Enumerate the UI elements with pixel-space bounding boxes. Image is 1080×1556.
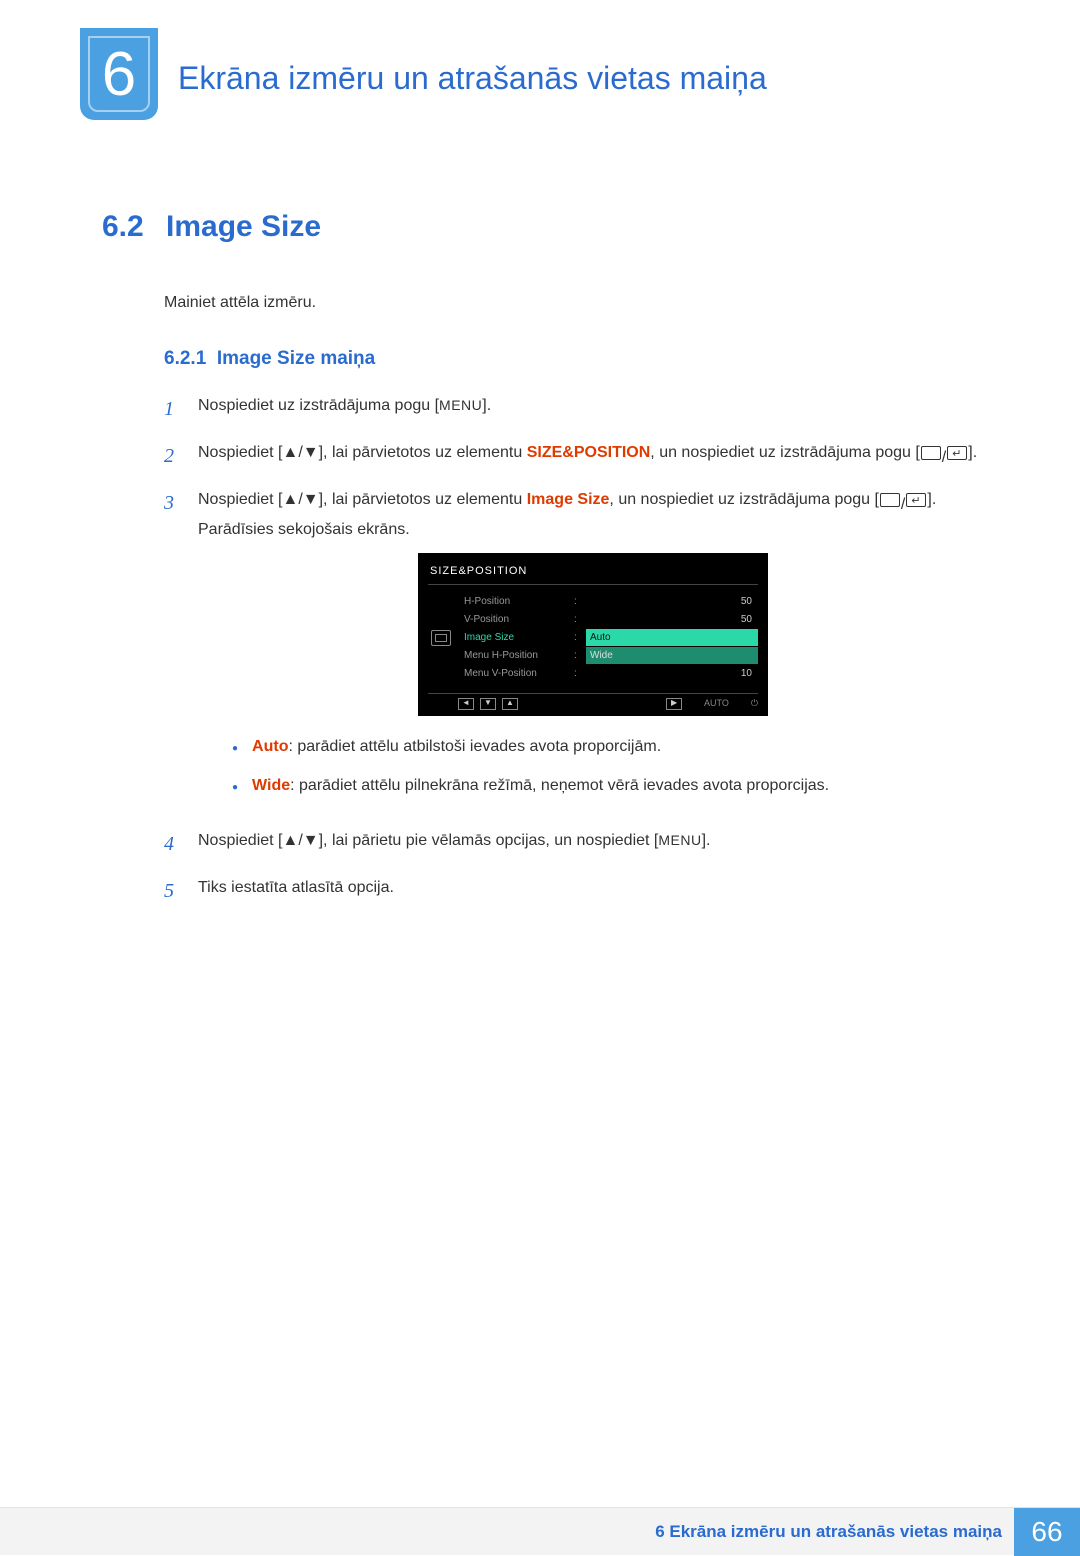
menu-label: MENU xyxy=(439,397,482,413)
step-1: 1 Nospiediet uz izstrādājuma pogu [MENU]… xyxy=(164,394,1000,425)
chapter-header: 6 Ekrāna izmēru un atrašanās vietas maiņ… xyxy=(80,28,1000,120)
osd-value: 10 xyxy=(586,666,758,682)
step-body: Nospiediet [▲/▼], lai pārietu pie vēlamā… xyxy=(198,829,1000,860)
osd-value: 50 xyxy=(586,594,758,610)
bullet-list: ● Auto: parādiet attēlu atbilstoši ievad… xyxy=(232,734,1000,799)
bullet-desc: : parādiet attēlu pilnekrāna režīmā, neņ… xyxy=(290,777,829,794)
subsection-heading: 6.2.1 Image Size maiņa xyxy=(164,348,1000,370)
source-enter-icon: / xyxy=(920,446,968,471)
step-text: Nospiediet uz izstrādājuma pogu [ xyxy=(198,397,439,414)
osd-category-icon xyxy=(428,593,454,683)
osd-option: Wide xyxy=(586,647,758,665)
source-enter-icon: / xyxy=(879,493,927,518)
bullet-desc: : parādiet attēlu atbilstoši ievades avo… xyxy=(288,738,661,755)
section-number: 6.2 xyxy=(102,210,166,244)
step-body: Nospiediet [▲/▼], lai pārvietotos uz ele… xyxy=(198,441,1000,472)
step-4: 4 Nospiediet [▲/▼], lai pārietu pie vēla… xyxy=(164,829,1000,860)
osd-value: 50 xyxy=(586,612,758,628)
step-text: Nospiediet [▲/▼], lai pārvietotos uz ele… xyxy=(198,491,527,508)
osd-play-icon: ▶ xyxy=(666,698,682,710)
osd-back-icon: ◄ xyxy=(458,698,474,710)
osd-up-icon: ▲ xyxy=(502,698,518,710)
osd-row: Menu H-Position : Wide xyxy=(464,647,758,665)
osd-row-active: Image Size : Auto xyxy=(464,629,758,647)
step-body: Nospiediet uz izstrādājuma pogu [MENU]. xyxy=(198,394,1000,425)
osd-label: Menu H-Position xyxy=(464,648,574,664)
section-intro: Mainiet attēla izmēru. xyxy=(164,294,1000,312)
osd-value: Auto xyxy=(586,629,758,647)
step-text: , un nospiediet uz izstrādājuma pogu [ xyxy=(609,491,879,508)
section-heading: 6.2Image Size xyxy=(102,210,1000,244)
bullet-dot-icon: ● xyxy=(232,741,238,760)
step-text: ]. xyxy=(968,444,977,461)
step-number: 3 xyxy=(164,488,182,813)
osd-option-selected: Auto xyxy=(586,629,758,647)
subsection-title: Image Size maiņa xyxy=(217,348,375,369)
step-5: 5 Tiks iestatīta atlasītā opcija. xyxy=(164,876,1000,907)
osd-row: H-Position : 50 xyxy=(464,593,758,611)
osd-auto-label: AUTO xyxy=(704,698,729,710)
step-number: 5 xyxy=(164,876,182,907)
highlight: Auto xyxy=(252,738,288,755)
bullet-item: ● Wide: parādiet attēlu pilnekrāna režīm… xyxy=(232,773,1000,799)
page-footer: 6 Ekrāna izmēru un atrašanās vietas maiņ… xyxy=(0,1507,1080,1555)
step-body: Tiks iestatīta atlasītā opcija. xyxy=(198,876,1000,907)
step-3: 3 Nospiediet [▲/▼], lai pārvietotos uz e… xyxy=(164,488,1000,813)
step-number: 2 xyxy=(164,441,182,472)
step-body: Nospiediet [▲/▼], lai pārvietotos uz ele… xyxy=(198,488,1000,813)
section-title: Image Size xyxy=(166,210,321,243)
step-number: 4 xyxy=(164,829,182,860)
menu-label: MENU xyxy=(658,832,701,848)
osd-screenshot: SIZE&POSITION H-Position : 50 V-Po xyxy=(418,553,768,716)
step-2: 2 Nospiediet [▲/▼], lai pārvietotos uz e… xyxy=(164,441,1000,472)
subsection-number: 6.2.1 xyxy=(164,348,206,369)
bullet-text: Wide: parādiet attēlu pilnekrāna režīmā,… xyxy=(252,773,829,799)
chapter-number-badge: 6 xyxy=(80,28,158,120)
footer-page-number: 66 xyxy=(1014,1508,1080,1556)
osd-label: Image Size xyxy=(464,630,574,646)
step-text: Nospiediet [▲/▼], lai pārvietotos uz ele… xyxy=(198,444,527,461)
chapter-title: Ekrāna izmēru un atrašanās vietas maiņa xyxy=(178,60,767,97)
step-text: , un nospiediet uz izstrādājuma pogu [ xyxy=(650,444,920,461)
osd-button-bar: ◄ ▼ ▲ ▶ AUTO ⏻ xyxy=(428,693,758,710)
footer-chapter-label: 6 Ekrāna izmēru un atrašanās vietas maiņ… xyxy=(655,1522,1002,1542)
osd-title: SIZE&POSITION xyxy=(428,561,758,585)
highlight: Wide xyxy=(252,777,290,794)
highlight: Image Size xyxy=(527,491,610,508)
bullet-item: ● Auto: parādiet attēlu atbilstoši ievad… xyxy=(232,734,1000,760)
bullet-dot-icon: ● xyxy=(232,780,238,799)
bullet-text: Auto: parādiet attēlu atbilstoši ievades… xyxy=(252,734,661,760)
osd-row: Menu V-Position : 10 xyxy=(464,665,758,683)
osd-row: V-Position : 50 xyxy=(464,611,758,629)
step-text: ]. xyxy=(482,397,491,414)
steps-list: 1 Nospiediet uz izstrādājuma pogu [MENU]… xyxy=(164,394,1000,907)
step-text: ]. xyxy=(702,832,711,849)
osd-down-icon: ▼ xyxy=(480,698,496,710)
osd-label: Menu V-Position xyxy=(464,666,574,682)
osd-label: V-Position xyxy=(464,612,574,628)
osd-power-icon: ⏻ xyxy=(751,698,758,710)
osd-label: H-Position xyxy=(464,594,574,610)
highlight: SIZE&POSITION xyxy=(527,444,651,461)
osd-value: Wide xyxy=(586,647,758,665)
step-text: Nospiediet [▲/▼], lai pārietu pie vēlamā… xyxy=(198,832,658,849)
step-number: 1 xyxy=(164,394,182,425)
